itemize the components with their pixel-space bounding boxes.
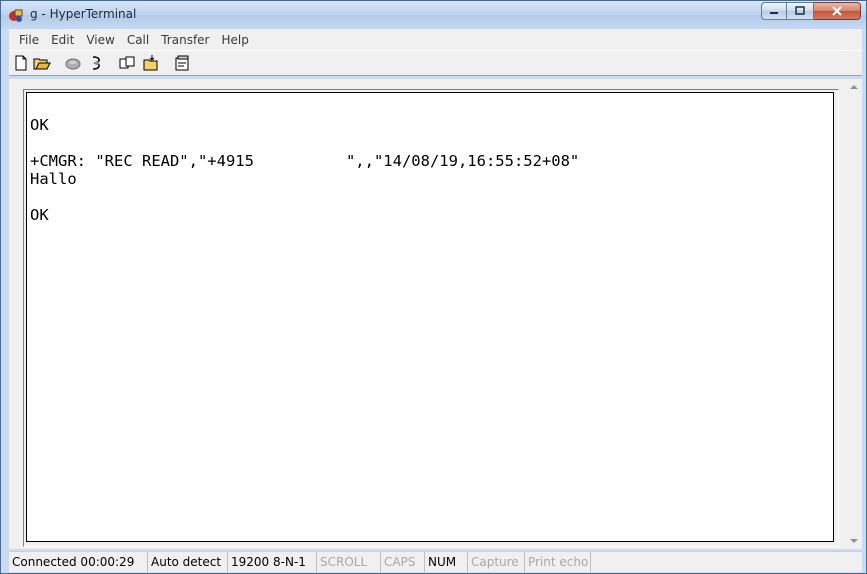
properties-icon bbox=[175, 55, 189, 71]
vertical-scrollbar[interactable] bbox=[846, 79, 862, 549]
menu-file[interactable]: File bbox=[13, 33, 45, 47]
minimize-icon bbox=[770, 12, 778, 14]
send-button[interactable] bbox=[118, 54, 136, 72]
title-bar[interactable]: g - HyperTerminal bbox=[1, 1, 866, 29]
terminal-client-area: OK +CMGR: "REC READ","+4915 ",,"14/08/19,… bbox=[9, 79, 862, 549]
status-print-echo: Print echo bbox=[525, 552, 591, 572]
status-scroll: SCROLL bbox=[317, 552, 381, 572]
terminal-line: +CMGR: "REC READ","+4915 ",,"14/08/19,16:… bbox=[30, 152, 579, 170]
send-icon bbox=[119, 56, 135, 69]
maximize-button[interactable] bbox=[787, 2, 814, 20]
terminal-screen[interactable]: OK +CMGR: "REC READ","+4915 ",,"14/08/19,… bbox=[26, 92, 834, 542]
menu-edit[interactable]: Edit bbox=[45, 33, 80, 47]
window-title: g - HyperTerminal bbox=[30, 7, 137, 21]
scroll-up-arrow-icon[interactable] bbox=[850, 85, 858, 89]
terminal-line-end: ",,"14/08/19,16:55:52+08" bbox=[345, 152, 580, 170]
terminal-line: Hallo bbox=[30, 170, 77, 188]
status-capture: Capture bbox=[468, 552, 525, 572]
close-button[interactable] bbox=[814, 2, 861, 20]
hyperterminal-app-icon bbox=[9, 9, 23, 22]
maximize-icon bbox=[795, 6, 805, 15]
open-button[interactable] bbox=[33, 54, 51, 72]
caption-buttons bbox=[761, 2, 861, 20]
disconnect-icon bbox=[65, 58, 81, 70]
receive-button[interactable] bbox=[142, 54, 160, 72]
menu-transfer[interactable]: Transfer bbox=[155, 33, 215, 47]
status-detect: Auto detect bbox=[148, 552, 228, 572]
status-caps: CAPS bbox=[381, 552, 425, 572]
minimize-button[interactable] bbox=[761, 2, 787, 20]
disconnect-button[interactable] bbox=[64, 54, 82, 72]
terminal-line: OK bbox=[30, 206, 49, 224]
menu-view[interactable]: View bbox=[80, 33, 120, 47]
menu-help[interactable]: Help bbox=[216, 33, 255, 47]
status-num: NUM bbox=[425, 552, 468, 572]
terminal-line-start: +CMGR: "REC READ","+4915 bbox=[30, 152, 254, 170]
receive-icon bbox=[143, 55, 158, 71]
new-icon bbox=[15, 55, 27, 71]
toolbar bbox=[9, 50, 862, 76]
hyperterminal-window: g - HyperTerminal File Edit View Call Tr… bbox=[0, 0, 867, 574]
open-icon bbox=[33, 58, 51, 70]
dial-button[interactable] bbox=[88, 54, 106, 72]
close-icon bbox=[832, 6, 842, 16]
dial-icon bbox=[92, 56, 100, 70]
menu-bar: File Edit View Call Transfer Help bbox=[9, 29, 862, 50]
terminal-frame: OK +CMGR: "REC READ","+4915 ",,"14/08/19,… bbox=[23, 89, 839, 547]
scroll-down-arrow-icon[interactable] bbox=[850, 539, 858, 543]
terminal-output: OK +CMGR: "REC READ","+4915 ",,"14/08/19,… bbox=[30, 116, 579, 224]
status-connected: Connected 00:00:29 bbox=[9, 552, 148, 572]
status-bar: Connected 00:00:29 Auto detect 19200 8-N… bbox=[9, 551, 862, 572]
redacted-number bbox=[253, 154, 346, 169]
terminal-line: OK bbox=[30, 116, 49, 134]
properties-button[interactable] bbox=[173, 54, 191, 72]
status-port-settings: 19200 8-N-1 bbox=[228, 552, 317, 572]
menu-call[interactable]: Call bbox=[121, 33, 155, 47]
new-button[interactable] bbox=[12, 54, 30, 72]
